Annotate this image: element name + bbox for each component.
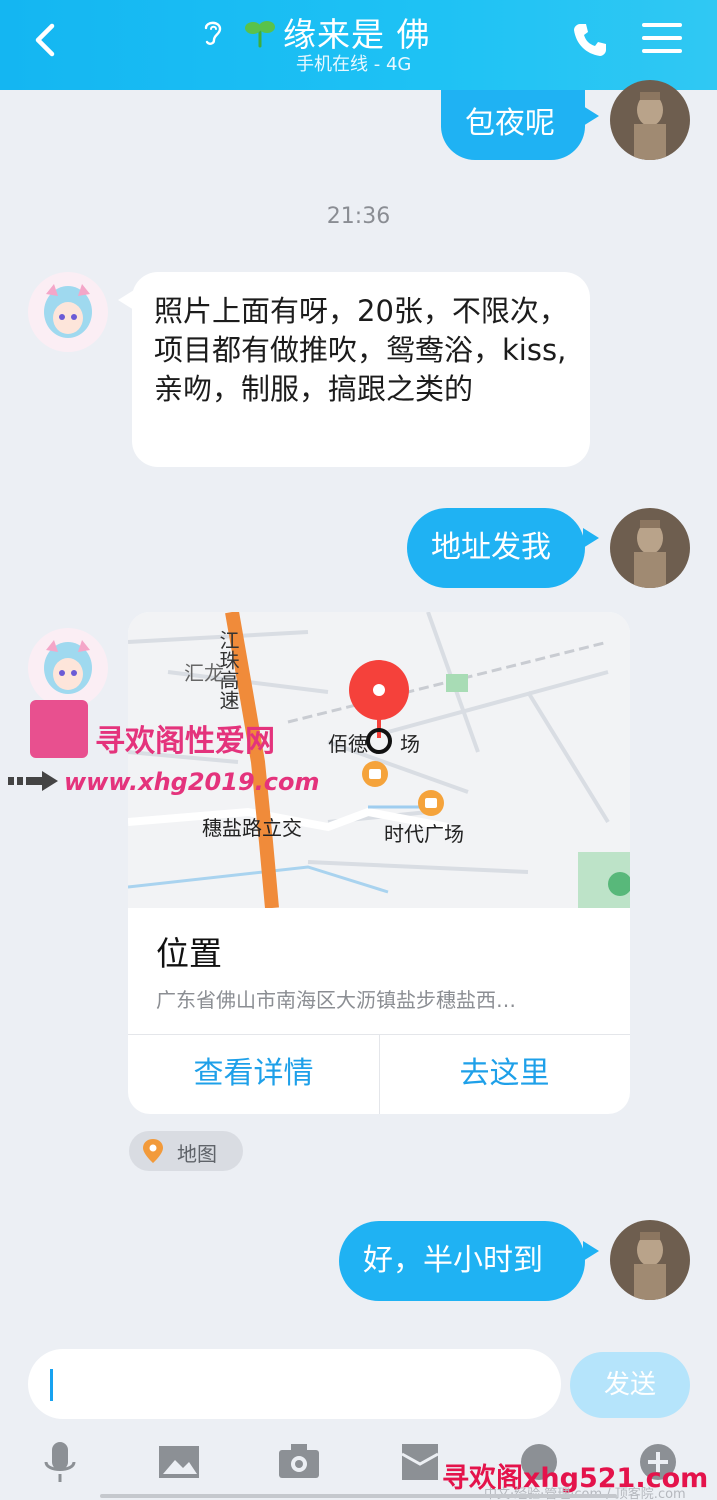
map-preview[interactable]: 江珠高速 汇龙 佰徳 场 穗盐路立交 时代广场 — [128, 612, 630, 908]
user-avatar[interactable] — [610, 1220, 690, 1300]
map-label: 穗盐路立交 — [202, 816, 302, 840]
chat-header: 缘来是 佛 手机在线 - 4G — [0, 0, 717, 90]
watermark-logo — [30, 700, 88, 758]
image-icon[interactable] — [157, 1440, 201, 1484]
message-text: 地址发我 — [431, 530, 551, 565]
message-text: 包夜呢 — [465, 106, 555, 141]
message-text: 好，半小时到 — [363, 1243, 543, 1278]
outgoing-message[interactable]: 地址发我 — [407, 508, 585, 588]
watermark-url: www.xhg2019.com — [64, 768, 320, 796]
map-tag[interactable]: 地图 — [129, 1131, 243, 1171]
location-card[interactable]: 江珠高速 汇龙 佰徳 场 穗盐路立交 时代广场 位置 广东省佛山市南海区大沥镇盐… — [128, 612, 630, 1114]
map-label: 时代广场 — [384, 822, 464, 846]
ear-icon[interactable] — [196, 16, 228, 48]
view-details-button[interactable]: 查看详情 — [128, 1034, 379, 1114]
camera-icon[interactable] — [277, 1440, 321, 1484]
microphone-icon[interactable] — [38, 1440, 82, 1484]
message-input[interactable] — [28, 1349, 561, 1419]
map-label: 汇龙 — [184, 661, 224, 685]
online-status: 手机在线 - 4G — [296, 54, 412, 75]
home-indicator — [100, 1494, 617, 1498]
incoming-message[interactable]: 照片上面有呀，20张，不限次，项目都有做推吹，鸳鸯浴，kiss,亲吻，制服，搞跟… — [132, 272, 590, 467]
location-address: 广东省佛山市南海区大沥镇盐步穗盐西… — [156, 988, 516, 1012]
map-label: 场 — [400, 732, 420, 756]
phone-icon[interactable] — [570, 20, 610, 60]
send-button[interactable]: 发送 — [570, 1352, 690, 1418]
map-label: 佰徳 — [328, 732, 368, 756]
bubble-tail — [583, 528, 599, 548]
chat-title[interactable]: 缘来是 佛 — [283, 8, 431, 56]
location-pin-icon — [143, 1139, 163, 1163]
location-title: 位置 — [156, 934, 222, 973]
user-avatar[interactable] — [610, 508, 690, 588]
message-text: 照片上面有呀，20张，不限次，项目都有做推吹，鸳鸯浴，kiss,亲吻，制服，搞跟… — [154, 294, 568, 406]
go-here-button[interactable]: 去这里 — [379, 1034, 630, 1114]
red-packet-icon[interactable] — [398, 1440, 442, 1484]
arrow-icon — [8, 771, 58, 791]
text-caret — [50, 1369, 53, 1401]
watermark-text: 寻欢阁性爱网 — [95, 724, 275, 759]
bubble-tail — [583, 106, 599, 126]
user-avatar[interactable] — [610, 80, 690, 160]
map-tag-label: 地图 — [177, 1142, 217, 1166]
timestamp: 21:36 — [326, 204, 391, 229]
bubble-tail — [583, 1241, 599, 1261]
contact-avatar[interactable] — [28, 272, 108, 352]
sprout-icon — [245, 21, 275, 48]
menu-icon[interactable] — [640, 18, 684, 58]
outgoing-message[interactable]: 好，半小时到 — [339, 1221, 585, 1301]
outgoing-message[interactable]: 包夜呢 — [441, 90, 585, 160]
back-icon[interactable] — [26, 18, 66, 62]
contact-avatar[interactable] — [28, 628, 108, 708]
